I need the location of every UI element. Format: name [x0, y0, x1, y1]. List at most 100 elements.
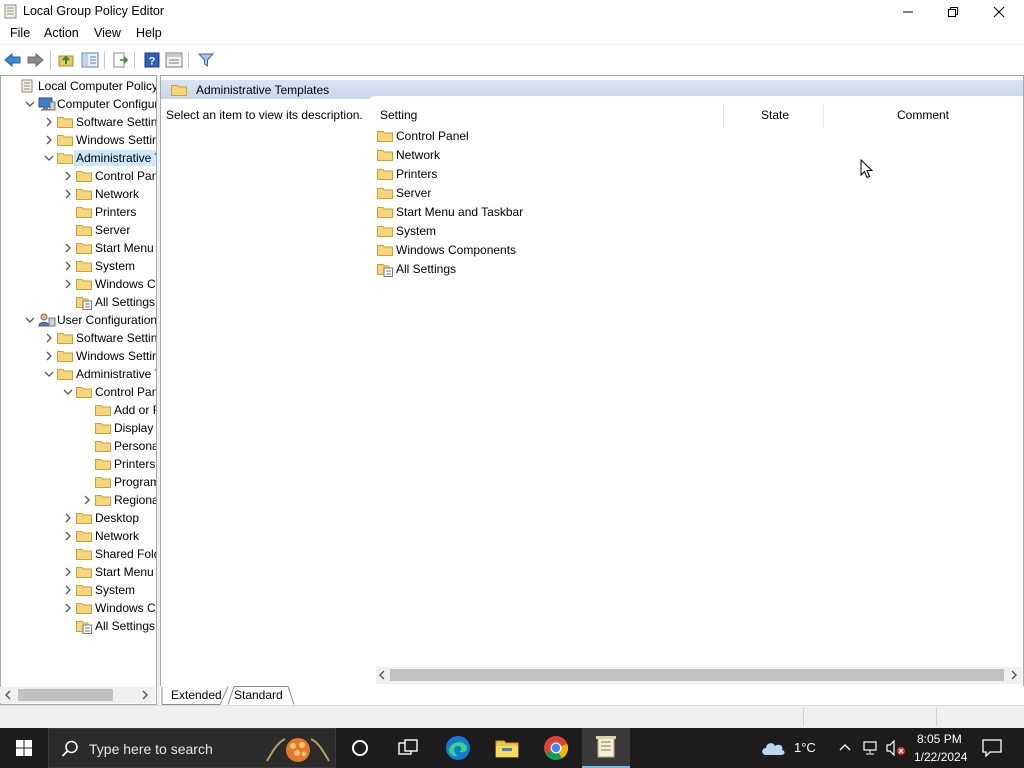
tree-item[interactable]: Windows Setting	[1, 131, 156, 149]
menu-view[interactable]: View	[94, 26, 121, 40]
column-comment[interactable]: Comment	[897, 108, 949, 122]
properties-button[interactable]	[164, 50, 184, 70]
notification-center-icon[interactable]	[982, 739, 1002, 757]
weather-temperature[interactable]: 1°C	[794, 740, 816, 755]
edge-taskbar-button[interactable]	[434, 728, 482, 768]
tree-item[interactable]: All Settings	[1, 617, 156, 635]
start-button[interactable]	[0, 728, 48, 768]
tree-item[interactable]: All Settings	[1, 293, 156, 311]
list-item[interactable]: Printers	[377, 165, 677, 184]
collapsed-chevron-icon[interactable]	[63, 242, 73, 254]
expanded-chevron-icon[interactable]	[44, 368, 54, 380]
collapsed-chevron-icon[interactable]	[63, 512, 73, 524]
tree-item[interactable]: System	[1, 581, 156, 599]
tree-item[interactable]: Server	[1, 221, 156, 239]
expanded-chevron-icon[interactable]	[25, 98, 35, 110]
scroll-right-arrow-icon[interactable]	[141, 690, 149, 700]
tree-item[interactable]: Control Panel	[1, 167, 156, 185]
taskbar-search-box[interactable]: Type here to search	[48, 728, 336, 768]
tree-item[interactable]: Local Computer Policy	[1, 77, 156, 95]
collapsed-chevron-icon[interactable]	[63, 566, 73, 578]
tree-item[interactable]: Windows Setting	[1, 347, 156, 365]
help-button[interactable]: ?	[142, 50, 162, 70]
collapsed-chevron-icon[interactable]	[63, 188, 73, 200]
tree-item[interactable]: System	[1, 257, 156, 275]
scroll-right-arrow-icon[interactable]	[1010, 670, 1018, 680]
list-horizontal-scrollbar[interactable]	[376, 667, 1022, 684]
show-hidden-icons-chevron-icon[interactable]	[839, 742, 851, 752]
clock-time[interactable]: 8:05 PM	[917, 732, 962, 746]
forward-button[interactable]	[25, 50, 45, 70]
tree-horizontal-scrollbar[interactable]	[0, 687, 155, 703]
tree-item[interactable]: Add or Re	[1, 401, 156, 419]
task-view-button[interactable]	[384, 728, 432, 768]
collapsed-chevron-icon[interactable]	[44, 134, 54, 146]
scroll-left-arrow-icon[interactable]	[378, 670, 386, 680]
policy-editor-taskbar-button[interactable]	[582, 728, 630, 768]
tree-item[interactable]: Display	[1, 419, 156, 437]
minimize-button[interactable]	[885, 0, 931, 23]
collapsed-chevron-icon[interactable]	[63, 584, 73, 596]
tree-item[interactable]: Windows Cor	[1, 275, 156, 293]
restore-button[interactable]	[930, 0, 976, 23]
volume-muted-icon[interactable]	[886, 740, 906, 756]
filter-button[interactable]	[196, 50, 216, 70]
expanded-chevron-icon[interactable]	[44, 152, 54, 164]
column-state[interactable]: State	[761, 108, 789, 122]
collapsed-chevron-icon[interactable]	[44, 350, 54, 362]
tree-item[interactable]: Network	[1, 185, 156, 203]
tree-item[interactable]: User Configuration	[1, 311, 156, 329]
file-explorer-taskbar-button[interactable]	[483, 728, 531, 768]
expanded-chevron-icon[interactable]	[25, 314, 35, 326]
list-item[interactable]: All Settings	[377, 260, 677, 279]
tree-item[interactable]: Computer Configura	[1, 95, 156, 113]
back-button[interactable]	[3, 50, 23, 70]
tree-item[interactable]: Software Settings	[1, 329, 156, 347]
menu-help[interactable]: Help	[136, 26, 162, 40]
list-scroll-thumb[interactable]	[390, 669, 1004, 681]
collapsed-chevron-icon[interactable]	[63, 602, 73, 614]
tab-extended[interactable]: Extended	[165, 687, 228, 704]
collapsed-chevron-icon[interactable]	[63, 278, 73, 290]
collapsed-chevron-icon[interactable]	[63, 260, 73, 272]
list-item[interactable]: Network	[377, 146, 677, 165]
list-item[interactable]: Server	[377, 184, 677, 203]
tree-item[interactable]: Start Menu ar	[1, 563, 156, 581]
tree-item[interactable]: Network	[1, 527, 156, 545]
tree-item[interactable]: Control Panel	[1, 383, 156, 401]
menu-action[interactable]: Action	[44, 26, 79, 40]
tree-item[interactable]: Printers	[1, 455, 156, 473]
collapsed-chevron-icon[interactable]	[44, 332, 54, 344]
console-tree[interactable]: Local Computer Policy Computer Configura S…	[0, 75, 157, 705]
tree-item[interactable]: Desktop	[1, 509, 156, 527]
tree-item[interactable]: Administrative Te	[1, 149, 156, 167]
tab-standard[interactable]: Standard	[228, 687, 289, 704]
chrome-taskbar-button[interactable]	[532, 728, 580, 768]
export-list-button[interactable]	[110, 50, 130, 70]
tree-item[interactable]: Printers	[1, 203, 156, 221]
list-item[interactable]: Control Panel	[377, 127, 677, 146]
tree-item[interactable]: Personaliz	[1, 437, 156, 455]
tree-item[interactable]: Regional a	[1, 491, 156, 509]
collapsed-chevron-icon[interactable]	[82, 494, 92, 506]
close-button[interactable]	[976, 0, 1022, 23]
tree-item[interactable]: Administrative Te	[1, 365, 156, 383]
up-level-button[interactable]	[56, 50, 76, 70]
show-hide-tree-button[interactable]	[80, 50, 100, 70]
collapsed-chevron-icon[interactable]	[63, 530, 73, 542]
menu-file[interactable]: File	[10, 26, 30, 40]
tree-item[interactable]: Shared Folder	[1, 545, 156, 563]
expanded-chevron-icon[interactable]	[63, 386, 73, 398]
list-item[interactable]: Windows Components	[377, 241, 677, 260]
weather-cloud-icon[interactable]	[760, 738, 786, 758]
collapsed-chevron-icon[interactable]	[63, 170, 73, 182]
column-setting[interactable]: Setting	[380, 108, 417, 122]
scroll-left-arrow-icon[interactable]	[4, 690, 12, 700]
tree-item[interactable]: Start Menu ar	[1, 239, 156, 257]
clock-date[interactable]: 1/22/2024	[914, 750, 967, 764]
list-item[interactable]: Start Menu and Taskbar	[377, 203, 677, 222]
tree-item[interactable]: Windows Cor	[1, 599, 156, 617]
cortana-button[interactable]	[336, 728, 384, 768]
list-item[interactable]: System	[377, 222, 677, 241]
tree-scroll-thumb[interactable]	[18, 689, 113, 701]
